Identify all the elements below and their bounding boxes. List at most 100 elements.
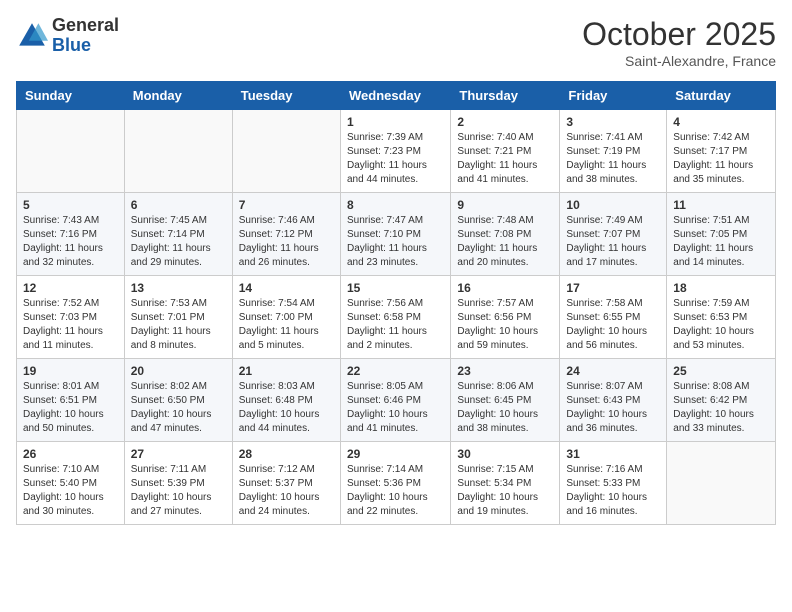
calendar-cell: 9 Sunrise: 7:48 AMSunset: 7:08 PMDaylight… — [451, 193, 560, 276]
day-info: Sunrise: 7:12 AMSunset: 5:37 PMDaylight:… — [239, 463, 334, 519]
calendar-cell: 23 Sunrise: 8:06 AMSunset: 6:45 PMDayligh… — [451, 359, 560, 442]
day-number: 14 — [239, 281, 334, 295]
calendar-cell: 19Sunrise: 8:01 AMSunset: 6:51 PMDayligh… — [17, 359, 125, 442]
calendar-cell — [667, 442, 776, 525]
calendar-cell: 8 Sunrise: 7:47 AMSunset: 7:10 PMDaylight… — [340, 193, 450, 276]
header-wednesday: Wednesday — [340, 82, 450, 110]
logo-icon — [16, 20, 48, 52]
calendar-cell: 26 Sunrise: 7:10 AMSunset: 5:40 PMDayligh… — [17, 442, 125, 525]
day-number: 27 — [131, 447, 226, 461]
calendar-cell: 11Sunrise: 7:51 AMSunset: 7:05 PMDayligh… — [667, 193, 776, 276]
calendar-cell: 14 Sunrise: 7:54 AMSunset: 7:00 PMDayligh… — [232, 276, 340, 359]
logo-general: General — [52, 16, 119, 36]
header-sunday: Sunday — [17, 82, 125, 110]
calendar-cell: 18 Sunrise: 7:59 AMSunset: 6:53 PMDayligh… — [667, 276, 776, 359]
logo: General Blue — [16, 16, 119, 56]
day-info: Sunrise: 7:11 AMSunset: 5:39 PMDaylight:… — [131, 463, 226, 519]
day-info: Sunrise: 7:58 AMSunset: 6:55 PMDaylight:… — [566, 297, 660, 353]
day-number: 10 — [566, 198, 660, 212]
day-info: Sunrise: 7:48 AMSunset: 7:08 PMDaylight:… — [457, 214, 553, 270]
day-info: Sunrise: 8:02 AMSunset: 6:50 PMDaylight:… — [131, 380, 226, 436]
calendar-cell — [124, 110, 232, 193]
day-number: 1 — [347, 115, 444, 129]
day-number: 21 — [239, 364, 334, 378]
day-number: 25 — [673, 364, 769, 378]
day-number: 2 — [457, 115, 553, 129]
day-info: Sunrise: 7:43 AMSunset: 7:16 PMDaylight:… — [23, 214, 118, 270]
calendar-cell: 31Sunrise: 7:16 AMSunset: 5:33 PMDayligh… — [560, 442, 667, 525]
day-info: Sunrise: 7:56 AMSunset: 6:58 PMDaylight:… — [347, 297, 444, 353]
day-number: 26 — [23, 447, 118, 461]
day-number: 6 — [131, 198, 226, 212]
day-info: Sunrise: 7:47 AMSunset: 7:10 PMDaylight:… — [347, 214, 444, 270]
calendar-cell: 12 Sunrise: 7:52 AMSunset: 7:03 PMDayligh… — [17, 276, 125, 359]
calendar-header-row: SundayMondayTuesdayWednesdayThursdayFrid… — [17, 82, 776, 110]
calendar-cell: 20 Sunrise: 8:02 AMSunset: 6:50 PMDayligh… — [124, 359, 232, 442]
day-info: Sunrise: 7:40 AMSunset: 7:21 PMDaylight:… — [457, 131, 553, 187]
calendar-week-row: 5 Sunrise: 7:43 AMSunset: 7:16 PMDaylight… — [17, 193, 776, 276]
day-info: Sunrise: 7:49 AMSunset: 7:07 PMDaylight:… — [566, 214, 660, 270]
day-info: Sunrise: 7:41 AMSunset: 7:19 PMDaylight:… — [566, 131, 660, 187]
header-saturday: Saturday — [667, 82, 776, 110]
day-number: 20 — [131, 364, 226, 378]
calendar-table: SundayMondayTuesdayWednesdayThursdayFrid… — [16, 81, 776, 525]
day-info: Sunrise: 7:46 AMSunset: 7:12 PMDaylight:… — [239, 214, 334, 270]
day-info: Sunrise: 7:10 AMSunset: 5:40 PMDaylight:… — [23, 463, 118, 519]
header-tuesday: Tuesday — [232, 82, 340, 110]
calendar-cell: 3 Sunrise: 7:41 AMSunset: 7:19 PMDaylight… — [560, 110, 667, 193]
calendar-week-row: 26 Sunrise: 7:10 AMSunset: 5:40 PMDayligh… — [17, 442, 776, 525]
day-info: Sunrise: 7:54 AMSunset: 7:00 PMDaylight:… — [239, 297, 334, 353]
day-info: Sunrise: 7:42 AMSunset: 7:17 PMDaylight:… — [673, 131, 769, 187]
day-number: 8 — [347, 198, 444, 212]
day-number: 11 — [673, 198, 769, 212]
day-number: 29 — [347, 447, 444, 461]
day-number: 7 — [239, 198, 334, 212]
day-number: 13 — [131, 281, 226, 295]
day-number: 22 — [347, 364, 444, 378]
calendar-cell: 2 Sunrise: 7:40 AMSunset: 7:21 PMDaylight… — [451, 110, 560, 193]
day-number: 31 — [566, 447, 660, 461]
day-info: Sunrise: 7:45 AMSunset: 7:14 PMDaylight:… — [131, 214, 226, 270]
day-info: Sunrise: 7:52 AMSunset: 7:03 PMDaylight:… — [23, 297, 118, 353]
calendar-cell: 10 Sunrise: 7:49 AMSunset: 7:07 PMDayligh… — [560, 193, 667, 276]
header-friday: Friday — [560, 82, 667, 110]
calendar-cell: 13 Sunrise: 7:53 AMSunset: 7:01 PMDayligh… — [124, 276, 232, 359]
day-number: 28 — [239, 447, 334, 461]
calendar-cell: 7 Sunrise: 7:46 AMSunset: 7:12 PMDaylight… — [232, 193, 340, 276]
calendar-cell: 28 Sunrise: 7:12 AMSunset: 5:37 PMDayligh… — [232, 442, 340, 525]
day-info: Sunrise: 7:39 AMSunset: 7:23 PMDaylight:… — [347, 131, 444, 187]
day-number: 24 — [566, 364, 660, 378]
day-info: Sunrise: 7:57 AMSunset: 6:56 PMDaylight:… — [457, 297, 553, 353]
calendar-cell: 4 Sunrise: 7:42 AMSunset: 7:17 PMDaylight… — [667, 110, 776, 193]
day-info: Sunrise: 8:05 AMSunset: 6:46 PMDaylight:… — [347, 380, 444, 436]
header-monday: Monday — [124, 82, 232, 110]
day-info: Sunrise: 8:06 AMSunset: 6:45 PMDaylight:… — [457, 380, 553, 436]
title-block: October 2025 Saint-Alexandre, France — [582, 16, 776, 69]
day-info: Sunrise: 8:07 AMSunset: 6:43 PMDaylight:… — [566, 380, 660, 436]
calendar-cell: 1 Sunrise: 7:39 AMSunset: 7:23 PMDaylight… — [340, 110, 450, 193]
calendar-cell: 6 Sunrise: 7:45 AMSunset: 7:14 PMDaylight… — [124, 193, 232, 276]
calendar-cell: 25Sunrise: 8:08 AMSunset: 6:42 PMDayligh… — [667, 359, 776, 442]
day-info: Sunrise: 8:01 AMSunset: 6:51 PMDaylight:… — [23, 380, 118, 436]
calendar-cell: 17 Sunrise: 7:58 AMSunset: 6:55 PMDayligh… — [560, 276, 667, 359]
day-number: 4 — [673, 115, 769, 129]
logo-blue: Blue — [52, 36, 119, 56]
location: Saint-Alexandre, France — [582, 53, 776, 69]
calendar-cell: 21 Sunrise: 8:03 AMSunset: 6:48 PMDayligh… — [232, 359, 340, 442]
day-number: 9 — [457, 198, 553, 212]
calendar-cell: 30Sunrise: 7:15 AMSunset: 5:34 PMDayligh… — [451, 442, 560, 525]
calendar-cell: 24 Sunrise: 8:07 AMSunset: 6:43 PMDayligh… — [560, 359, 667, 442]
day-number: 5 — [23, 198, 118, 212]
day-info: Sunrise: 7:53 AMSunset: 7:01 PMDaylight:… — [131, 297, 226, 353]
day-number: 12 — [23, 281, 118, 295]
day-info: Sunrise: 7:59 AMSunset: 6:53 PMDaylight:… — [673, 297, 769, 353]
calendar-cell: 27 Sunrise: 7:11 AMSunset: 5:39 PMDayligh… — [124, 442, 232, 525]
calendar-cell: 22 Sunrise: 8:05 AMSunset: 6:46 PMDayligh… — [340, 359, 450, 442]
day-number: 23 — [457, 364, 553, 378]
day-number: 3 — [566, 115, 660, 129]
calendar-cell: 16Sunrise: 7:57 AMSunset: 6:56 PMDayligh… — [451, 276, 560, 359]
day-number: 17 — [566, 281, 660, 295]
month-title: October 2025 — [582, 16, 776, 53]
day-info: Sunrise: 8:03 AMSunset: 6:48 PMDaylight:… — [239, 380, 334, 436]
day-number: 18 — [673, 281, 769, 295]
